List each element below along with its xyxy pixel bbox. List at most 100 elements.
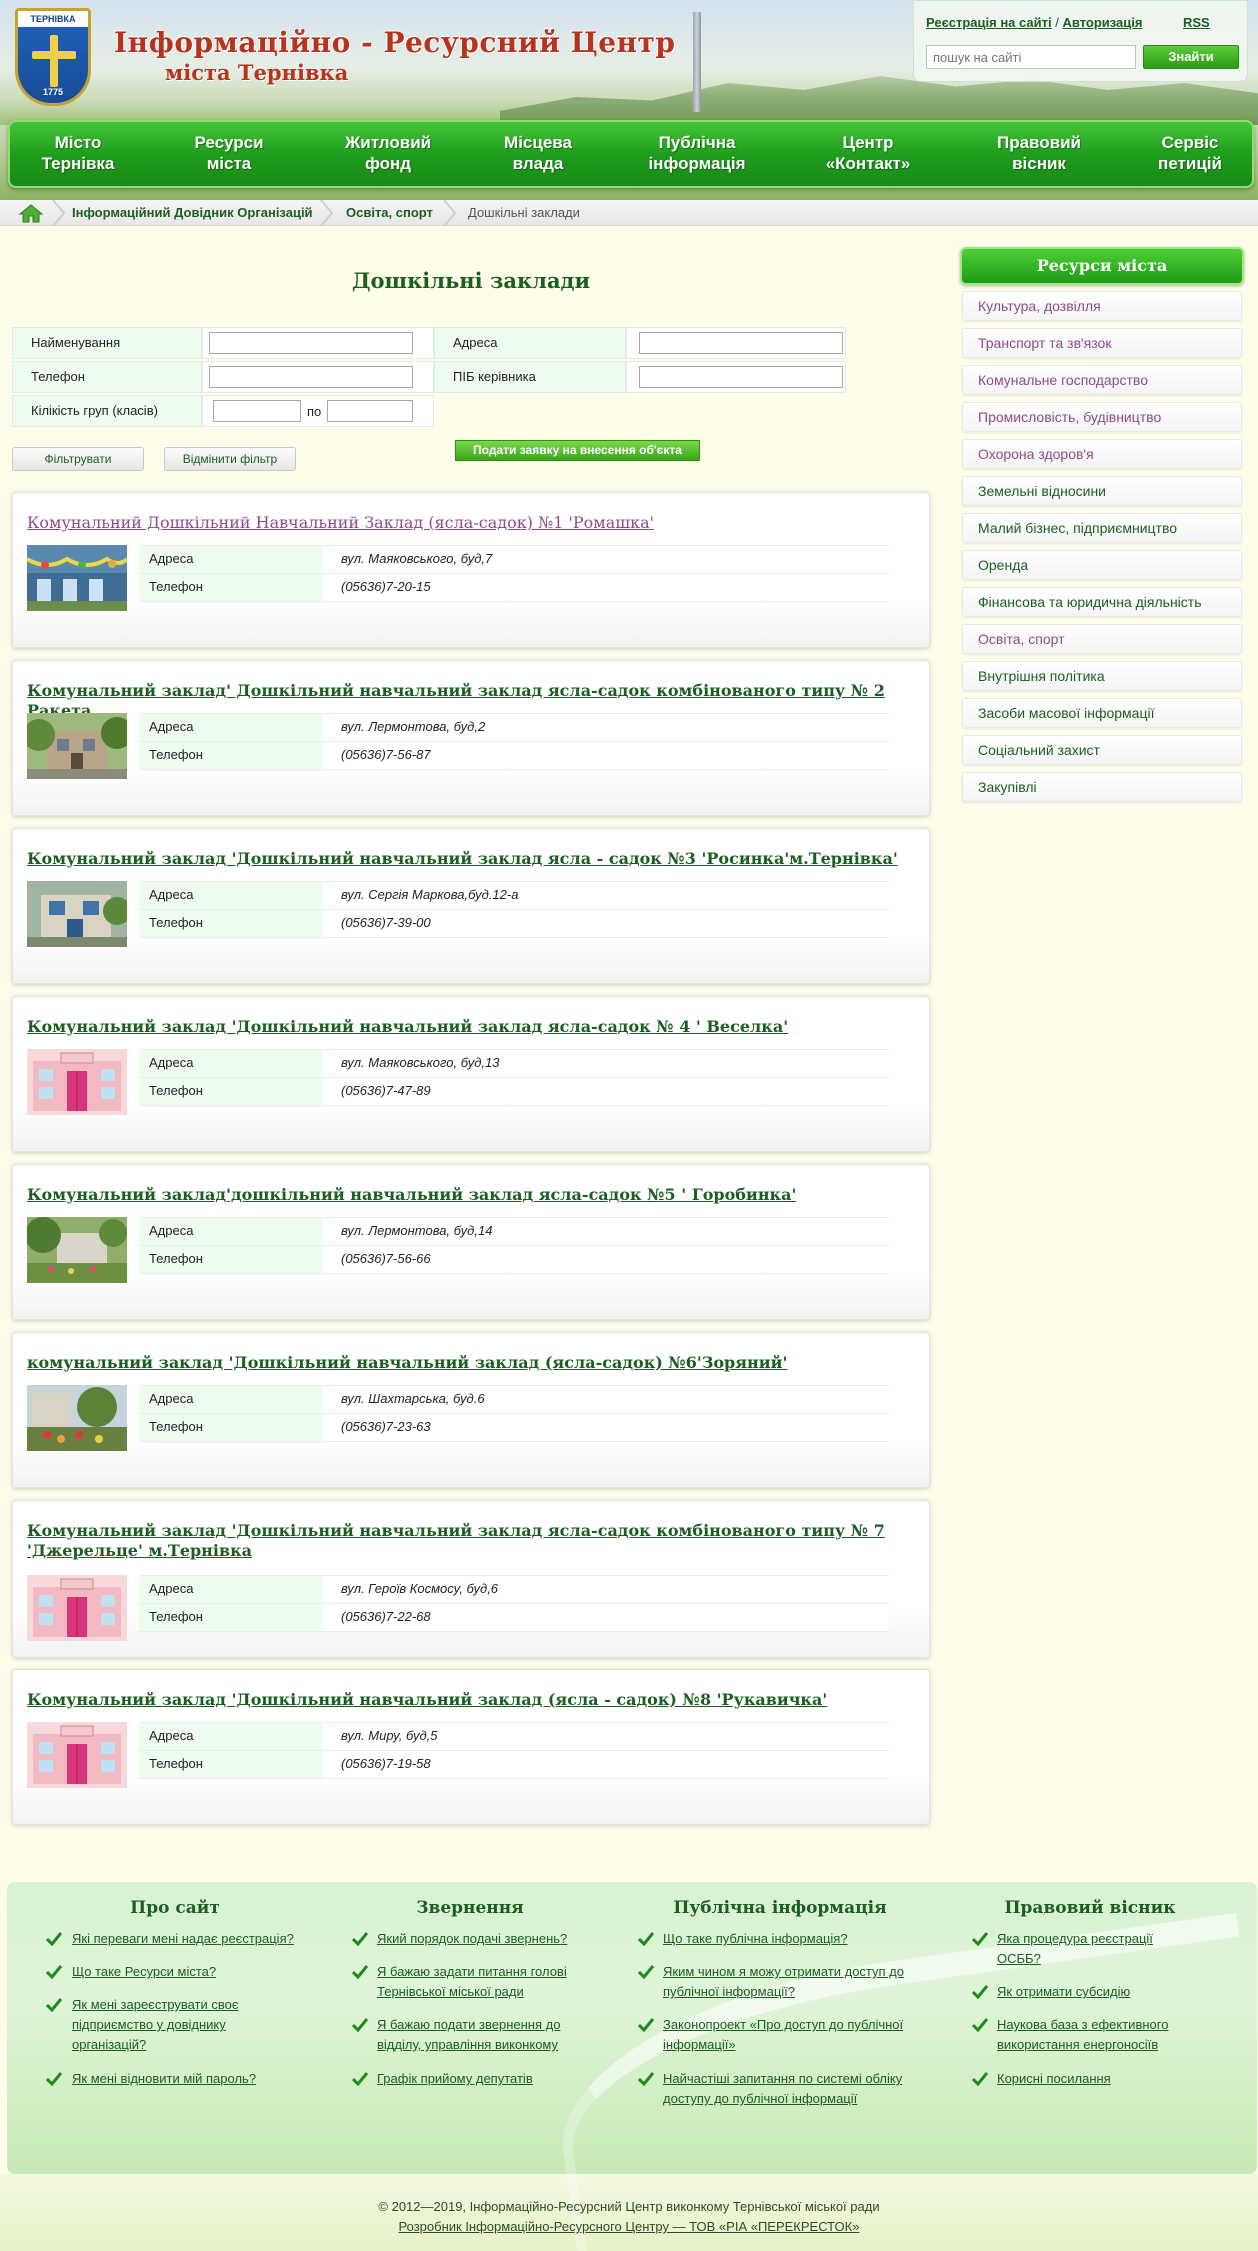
kindergarten-placeholder-image[interactable] bbox=[27, 1575, 127, 1641]
phone-input[interactable] bbox=[209, 366, 413, 388]
footer-link[interactable]: Найчастіші запитання по системі обліку д… bbox=[663, 2069, 902, 2109]
establishment-photo[interactable] bbox=[27, 545, 127, 611]
row-divider bbox=[139, 1105, 889, 1106]
breadcrumb-current: Дошкільні заклади bbox=[468, 205, 580, 220]
nav-item-public-info[interactable]: Публічна інформація bbox=[637, 132, 757, 174]
sidebar-item-utilities[interactable]: Комунальне господарство bbox=[962, 365, 1242, 395]
login-link[interactable]: Авторизація bbox=[1062, 15, 1142, 30]
establishment-title-link[interactable]: Комунальний заклад 'Дошкільний навчальни… bbox=[27, 1690, 907, 1710]
address-label: Адреса bbox=[139, 1217, 323, 1245]
groups-cell: по bbox=[202, 395, 434, 427]
crest-year: 1775 bbox=[42, 87, 64, 97]
footer-link[interactable]: Який порядок подачі звернень? bbox=[377, 1929, 567, 1949]
sidebar-item-culture[interactable]: Культура, дозвілля bbox=[962, 291, 1242, 321]
address-value: вул. Героїв Космосу, буд,6 bbox=[323, 1575, 889, 1603]
nav-item-housing[interactable]: Житловий фонд bbox=[333, 132, 443, 174]
groups-to-input[interactable] bbox=[327, 400, 413, 422]
footer-link[interactable]: Що таке публічна інформація? bbox=[663, 1929, 848, 1949]
nav-item-line1: Ресурси bbox=[194, 133, 264, 152]
footer-link-text: Я бажаю задати питання голові bbox=[377, 1964, 567, 1979]
row-divider bbox=[139, 1778, 889, 1779]
establishment-title-link[interactable]: Комунальний заклад 'Дошкільний навчальни… bbox=[27, 1017, 907, 1037]
establishment-photo[interactable] bbox=[27, 713, 127, 779]
footer-link[interactable]: Які переваги мені надає реєстрація? bbox=[72, 1929, 294, 1949]
footer-link[interactable]: Як отримати субсидію bbox=[997, 1982, 1130, 2002]
footer-link-text: Як отримати субсидію bbox=[997, 1984, 1131, 1999]
footer-link-text: Законопроект «Про доступ до публічної bbox=[663, 2017, 904, 2032]
nav-item-city[interactable]: Місто Тернівка bbox=[28, 132, 128, 174]
footer-link[interactable]: Законопроект «Про доступ до публічної ін… bbox=[663, 2015, 903, 2055]
search-button[interactable]: Знайти bbox=[1143, 45, 1239, 69]
phone-label: Телефон bbox=[12, 361, 202, 393]
groups-from-input[interactable] bbox=[213, 400, 301, 422]
checkmark-icon bbox=[352, 1932, 368, 1946]
establishment-title-link[interactable]: комунальний заклад 'Дошкільний навчальни… bbox=[27, 1353, 907, 1373]
city-crest-logo[interactable]: ТЕРНІВКА 1775 bbox=[15, 8, 91, 106]
head-input[interactable] bbox=[639, 366, 843, 388]
site-subtitle[interactable]: міста Тернівка bbox=[165, 60, 348, 85]
footer-link[interactable]: Графік прийому депутатів bbox=[377, 2069, 533, 2089]
establishment-photo[interactable] bbox=[27, 1217, 127, 1283]
sidebar-item-procurement[interactable]: Закупівлі bbox=[962, 772, 1242, 802]
footer-link[interactable]: Яким чином я можу отримати доступ до пуб… bbox=[663, 1962, 904, 2002]
footer-link[interactable]: Я бажаю задати питання голові Тернівсько… bbox=[377, 1962, 567, 2002]
name-input[interactable] bbox=[209, 332, 413, 354]
establishment-title-link[interactable]: Комунальний заклад 'Дошкільний навчальни… bbox=[27, 849, 907, 869]
address-input[interactable] bbox=[639, 332, 843, 354]
address-label: Адреса bbox=[139, 713, 323, 741]
breadcrumb-directory[interactable]: Інформаційний Довідник Організацій bbox=[72, 205, 313, 220]
establishment-photo[interactable] bbox=[27, 1385, 127, 1451]
submit-object-button[interactable]: Подати заявку на внесення об'єкта bbox=[455, 440, 700, 461]
nav-item-line2: Тернівка bbox=[41, 154, 115, 173]
nav-item-line1: Житловий bbox=[344, 133, 432, 152]
footer-link-text: Найчастіші запитання по системі обліку bbox=[663, 2071, 903, 2086]
footer-link[interactable]: Корисні посилання bbox=[997, 2069, 1111, 2089]
establishment-title-link[interactable]: Комунальний Дошкільний Навчальний Заклад… bbox=[27, 513, 907, 533]
sidebar-item-land[interactable]: Земельні відносини bbox=[962, 476, 1242, 506]
sidebar-item-rent[interactable]: Оренда bbox=[962, 550, 1242, 580]
name-cell bbox=[202, 327, 434, 359]
sidebar-item-social[interactable]: Соціальний захист bbox=[962, 735, 1242, 765]
filter-button[interactable]: Фільтрувати bbox=[12, 447, 144, 471]
nav-item-legal-bulletin[interactable]: Правовий вісник bbox=[984, 132, 1094, 174]
nav-item-contact-center[interactable]: Центр «Контакт» bbox=[818, 132, 918, 174]
sidebar-item-internal-policy[interactable]: Внутрішня політика bbox=[962, 661, 1242, 691]
reset-filter-button[interactable]: Відмінити фільтр bbox=[164, 447, 296, 471]
nav-item-petitions[interactable]: Сервіс петицій bbox=[1140, 132, 1240, 174]
register-link[interactable]: Реєстрація на сайті bbox=[926, 15, 1052, 30]
establishment-title-link[interactable]: Комунальний заклад'дошкільний навчальний… bbox=[27, 1185, 907, 1205]
sidebar-item-education[interactable]: Освіта, спорт bbox=[962, 624, 1242, 654]
rss-link[interactable]: RSS bbox=[1183, 15, 1210, 30]
footer-link[interactable]: Наукова база з ефективного використання … bbox=[997, 2015, 1168, 2055]
kindergarten-placeholder-image[interactable] bbox=[27, 1049, 127, 1115]
footer-link[interactable]: Що таке Ресурси міста? bbox=[72, 1962, 216, 1982]
address-label: Адреса bbox=[139, 1049, 323, 1077]
site-title[interactable]: Інформаційно - Ресурсний Центр bbox=[114, 26, 675, 59]
footer-link[interactable]: Як мені відновити мій пароль? bbox=[72, 2069, 256, 2089]
sidebar-heading: Ресурси міста bbox=[960, 247, 1244, 285]
nav-item-local-government[interactable]: Місцева влада bbox=[488, 132, 588, 174]
footer-link[interactable]: Яка процедура реєстрації ОСББ? bbox=[997, 1929, 1153, 1969]
page-title: Дошкільні заклади bbox=[351, 268, 591, 293]
search-input[interactable] bbox=[926, 45, 1136, 69]
copyright: © 2012—2019, Інформаційно-Ресурсний Цент… bbox=[378, 2199, 880, 2214]
kindergarten-placeholder-image[interactable] bbox=[27, 1722, 127, 1788]
groups-label: Кілікість груп (класів) bbox=[12, 395, 202, 427]
sidebar-item-finance[interactable]: Фінансова та юридична діяльність bbox=[962, 587, 1242, 617]
sidebar-item-transport[interactable]: Транспорт та зв'язок bbox=[962, 328, 1242, 358]
footer-link[interactable]: Як мені зареєструвати своє підприємство … bbox=[72, 1995, 239, 2055]
footer-link-text: Як мені відновити мій пароль? bbox=[72, 2071, 257, 2086]
establishment-photo[interactable] bbox=[27, 881, 127, 947]
establishment-title-link[interactable]: Комунальний заклад 'Дошкільний навчальни… bbox=[27, 1521, 907, 1561]
developer-link[interactable]: Розробник Інформаційно-Ресурсного Центру… bbox=[0, 2219, 1258, 2234]
breadcrumb-education[interactable]: Освіта, спорт bbox=[346, 205, 433, 220]
footer-link[interactable]: Я бажаю подати звернення до відділу, упр… bbox=[377, 2015, 560, 2055]
sidebar-item-healthcare[interactable]: Охорона здоров'я bbox=[962, 439, 1242, 469]
sidebar-item-media[interactable]: Засоби масової інформації bbox=[962, 698, 1242, 728]
nav-item-resources[interactable]: Ресурси міста bbox=[179, 132, 279, 174]
establishment-card: Комунальний заклад 'Дошкільний навчальни… bbox=[12, 828, 930, 984]
sidebar-item-small-business[interactable]: Малий бізнес, підприємництво bbox=[962, 513, 1242, 543]
establishment-card: Комунальний Дошкільний Навчальний Заклад… bbox=[12, 492, 930, 648]
home-icon[interactable] bbox=[18, 203, 44, 223]
sidebar-item-industry[interactable]: Промисловість, будівництво bbox=[962, 402, 1242, 432]
